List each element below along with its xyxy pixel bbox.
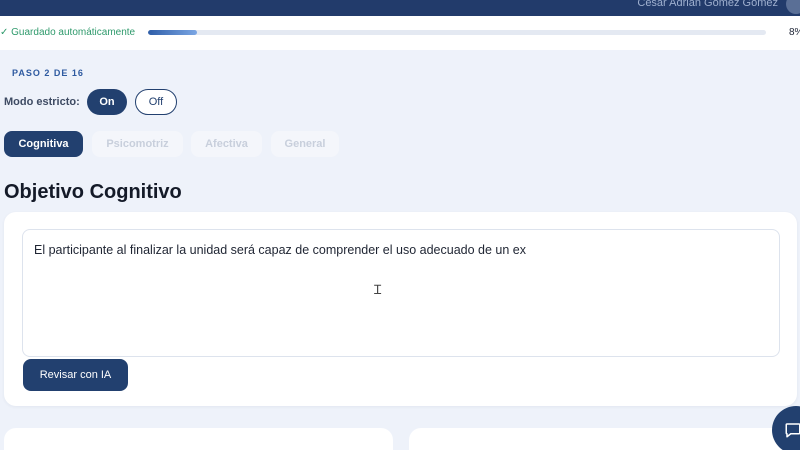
secondary-card-right xyxy=(409,428,800,450)
chat-button[interactable] xyxy=(772,406,800,450)
tab-afectiva[interactable]: Afectiva xyxy=(191,131,262,157)
progress-bar xyxy=(148,30,766,35)
strict-mode-label: Modo estricto: xyxy=(4,96,80,108)
objective-textarea[interactable]: El participante al finalizar la unidad s… xyxy=(22,229,780,357)
step-indicator: PASO 2 DE 16 xyxy=(12,68,84,78)
tab-cognitiva[interactable]: Cognitiva xyxy=(4,131,83,157)
page-title: Objetivo Cognitivo xyxy=(4,181,182,203)
progress-percent: 8% xyxy=(789,27,800,38)
autosave-status: ✓ Guardado automáticamente xyxy=(0,27,136,38)
avatar[interactable] xyxy=(786,0,800,14)
tab-general[interactable]: General xyxy=(271,131,339,157)
review-with-ai-button[interactable]: Revisar con IA xyxy=(23,359,128,391)
progress-fill xyxy=(148,30,198,35)
autosave-bar: ✓ Guardado automáticamente 8% xyxy=(0,16,800,50)
objective-card: El participante al finalizar la unidad s… xyxy=(4,212,797,406)
strict-mode-on-button[interactable]: On xyxy=(87,89,127,115)
chat-bubble-icon xyxy=(785,423,800,438)
secondary-card-left xyxy=(4,428,393,450)
tab-psicomotriz[interactable]: Psicomotriz xyxy=(92,131,183,157)
strict-mode-off-button[interactable]: Off xyxy=(135,89,177,115)
user-name[interactable]: César Adrián Gómez Gómez xyxy=(637,0,778,9)
text-cursor-icon: Ɪ xyxy=(374,283,382,298)
top-bar: César Adrián Gómez Gómez xyxy=(0,0,800,16)
